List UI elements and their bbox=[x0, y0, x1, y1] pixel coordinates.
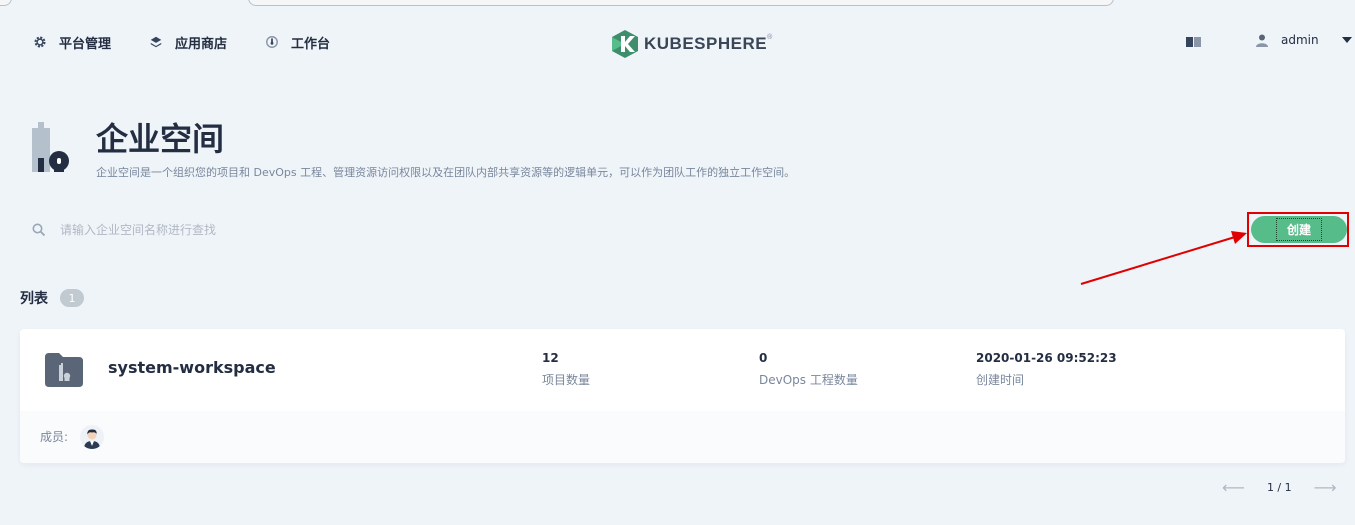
nav-label: 工作台 bbox=[291, 36, 331, 52]
username: admin bbox=[1281, 33, 1319, 47]
dashboard-icon bbox=[266, 36, 278, 48]
kubesphere-logo[interactable]: KUBESPHERE® bbox=[612, 30, 773, 58]
stat-value: 0 bbox=[759, 351, 768, 365]
nav-platform-management[interactable]: 平台管理 bbox=[33, 33, 112, 52]
workspace-banner-icon bbox=[32, 122, 69, 172]
nav-workbench[interactable]: 工作台 bbox=[265, 33, 331, 52]
stat-label: DevOps 工程数量 bbox=[759, 373, 858, 387]
stat-projects: 12 项目数量 bbox=[542, 351, 590, 388]
prev-page-arrow-icon[interactable]: ⟵ bbox=[1222, 478, 1245, 497]
browser-edge bbox=[0, 0, 1355, 8]
create-button[interactable]: 创建 bbox=[1251, 216, 1347, 243]
create-button-label: 创建 bbox=[1275, 218, 1322, 241]
user-menu[interactable]: admin bbox=[1256, 33, 1352, 47]
folder-icon bbox=[45, 353, 83, 387]
chevron-down-icon bbox=[1341, 37, 1352, 43]
browser-address-bar-edge bbox=[248, 0, 1114, 6]
nav-label: 应用商店 bbox=[175, 36, 228, 52]
stat-devops: 0 DevOps 工程数量 bbox=[759, 351, 858, 388]
workspace-card[interactable]: system-workspace 12 项目数量 0 DevOps 工程数量 2… bbox=[20, 329, 1345, 463]
search-icon bbox=[32, 223, 46, 237]
nav-label: 平台管理 bbox=[59, 36, 112, 52]
list-header: 列表 1 bbox=[20, 288, 84, 308]
count-badge: 1 bbox=[60, 289, 84, 307]
search-bar[interactable] bbox=[32, 218, 1212, 242]
browser-edge-left bbox=[0, 0, 12, 6]
gear-icon bbox=[34, 36, 46, 48]
stat-label: 项目数量 bbox=[542, 373, 591, 387]
user-avatar-icon bbox=[84, 429, 100, 449]
layers-icon bbox=[150, 36, 162, 48]
kubesphere-logo-mark-icon bbox=[612, 30, 638, 58]
user-icon bbox=[1256, 34, 1268, 47]
logo-text: KUBESPHERE® bbox=[644, 34, 773, 53]
nav-app-store[interactable]: 应用商店 bbox=[149, 33, 228, 52]
list-title: 列表 bbox=[20, 291, 48, 307]
workspace-name[interactable]: system-workspace bbox=[108, 358, 276, 377]
page-title: 企业空间 bbox=[96, 120, 225, 158]
stat-value: 2020-01-26 09:52:23 bbox=[976, 351, 1117, 365]
pagination: ⟵ 1 / 1 ⟶ bbox=[1222, 478, 1337, 497]
page-description: 企业空间是一个组织您的项目和 DevOps 工程、管理资源访问权限以及在团队内部… bbox=[96, 166, 796, 179]
stat-value: 12 bbox=[542, 351, 559, 365]
members-label: 成员: bbox=[40, 430, 69, 444]
page-indicator: 1 / 1 bbox=[1266, 481, 1292, 494]
annotation-arrow bbox=[1080, 231, 1247, 285]
avatar[interactable] bbox=[80, 425, 104, 449]
search-input[interactable] bbox=[60, 223, 660, 237]
stat-created: 2020-01-26 09:52:23 创建时间 bbox=[976, 351, 1117, 388]
create-button-highlight: 创建 bbox=[1247, 212, 1349, 247]
workspace-card-header[interactable]: system-workspace 12 项目数量 0 DevOps 工程数量 2… bbox=[20, 329, 1345, 411]
next-page-arrow-icon[interactable]: ⟶ bbox=[1314, 478, 1337, 497]
stat-label: 创建时间 bbox=[976, 373, 1025, 387]
docs-book-icon[interactable] bbox=[1186, 36, 1201, 48]
workspace-card-members: 成员: bbox=[20, 411, 1345, 463]
top-navigation: 平台管理 应用商店 工作台 KUBESPHERE® admin bbox=[0, 8, 1355, 76]
